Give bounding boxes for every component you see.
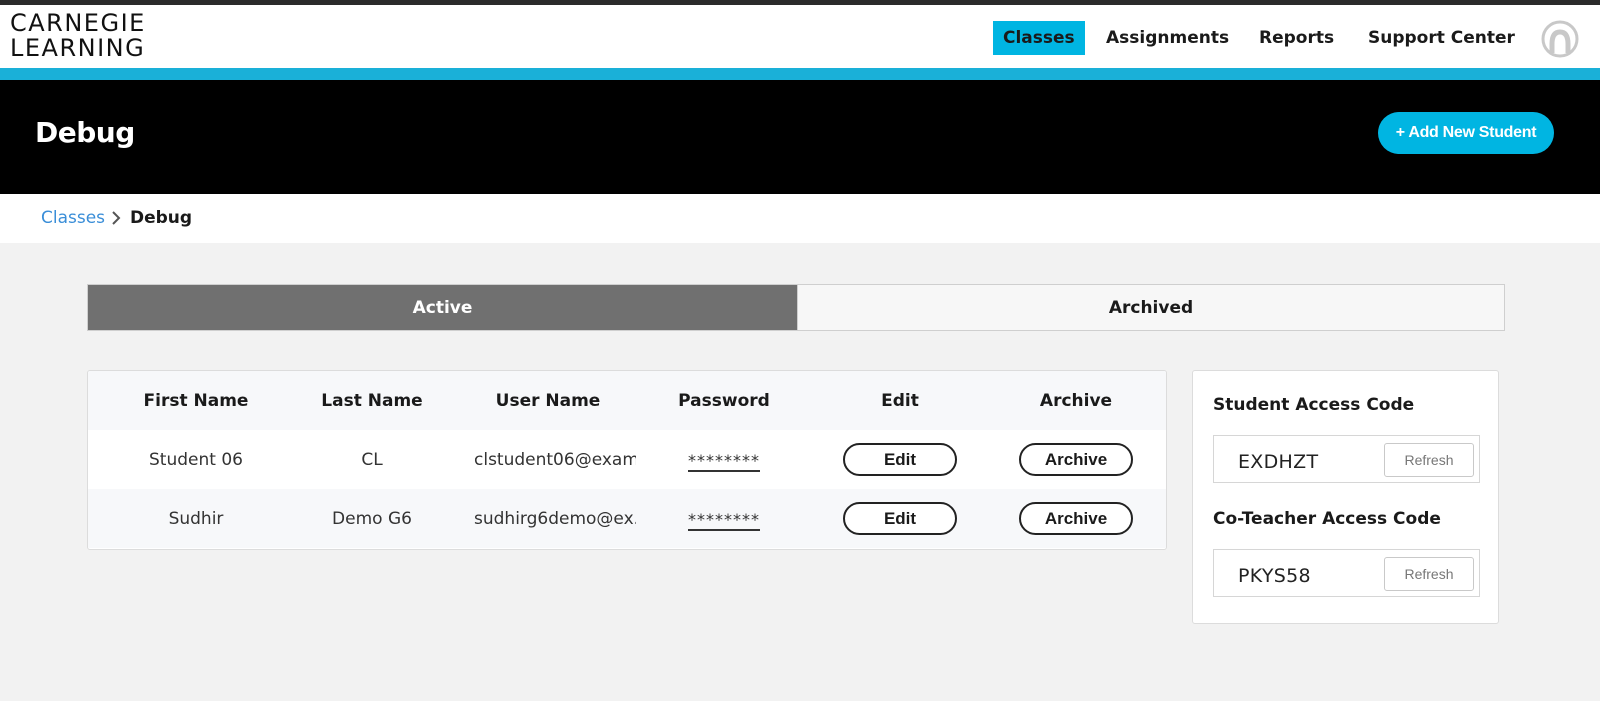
students-table: First Name Last Name User Name Password … [87, 370, 1167, 550]
accent-bar [0, 68, 1600, 80]
page-title: Debug [35, 116, 135, 149]
edit-button[interactable]: Edit [843, 502, 957, 535]
header-edit: Edit [881, 390, 919, 411]
archive-button[interactable]: Archive [1019, 502, 1133, 535]
breadcrumb: Classes Debug [0, 194, 1600, 243]
user-name-cell: sudhirg6demo@ex... [474, 508, 636, 529]
tab-active[interactable]: Active [88, 285, 797, 330]
header-last-name: Last Name [321, 390, 423, 411]
last-name-cell: Demo G6 [332, 508, 412, 529]
last-name-cell: CL [361, 449, 383, 470]
nav-assignments[interactable]: Assignments [1106, 21, 1229, 55]
breadcrumb-current: Debug [130, 208, 193, 228]
access-codes-panel: Student Access Code EXDHZT Refresh Co-Te… [1192, 370, 1499, 624]
header-password: Password [678, 390, 770, 411]
coteacher-access-code-value: PKYS58 [1238, 565, 1311, 587]
edit-button[interactable]: Edit [843, 443, 957, 476]
header-archive: Archive [1039, 390, 1113, 411]
logo-line-1: CARNEGIE [10, 9, 146, 37]
password-cell: ******** [636, 430, 812, 489]
chevron-right-icon [112, 211, 121, 225]
edit-cell: Edit [812, 430, 988, 489]
user-avatar-icon[interactable] [1541, 20, 1579, 58]
password-cell: ******** [636, 489, 812, 548]
table-row: Student 06 CL clstudent06@exam... ******… [88, 430, 1166, 489]
nav-reports[interactable]: Reports [1259, 21, 1334, 55]
first-name-cell: Sudhir [168, 508, 224, 529]
archive-cell: Archive [988, 430, 1164, 489]
nav-support-center[interactable]: Support Center [1368, 21, 1515, 55]
coteacher-access-code-label: Co-Teacher Access Code [1213, 509, 1441, 529]
breadcrumb-classes-link[interactable]: Classes [41, 208, 105, 228]
coteacher-access-code-box: PKYS58 Refresh [1213, 549, 1480, 597]
carnegie-learning-logo[interactable]: CARNEGIE LEARNING [10, 11, 175, 63]
first-name-cell: Student 06 [149, 449, 243, 470]
archive-button[interactable]: Archive [1019, 443, 1133, 476]
student-access-code-value: EXDHZT [1238, 451, 1319, 473]
coteacher-code-refresh-button[interactable]: Refresh [1384, 557, 1474, 591]
header-first-name: First Name [143, 390, 249, 411]
status-tabs: Active Archived [87, 284, 1505, 331]
edit-cell: Edit [812, 489, 988, 548]
tab-archived[interactable]: Archived [797, 285, 1504, 330]
header-user-name: User Name [495, 390, 601, 411]
nav-classes[interactable]: Classes [993, 21, 1085, 55]
table-row: Sudhir Demo G6 sudhirg6demo@ex... ******… [88, 489, 1166, 548]
top-header: CARNEGIE LEARNING Classes Assignments Re… [0, 5, 1600, 68]
password-reveal-link[interactable]: ******** [688, 448, 760, 472]
add-new-student-button[interactable]: + Add New Student [1378, 112, 1554, 154]
student-access-code-box: EXDHZT Refresh [1213, 435, 1480, 483]
page-banner: Debug + Add New Student [0, 80, 1600, 194]
student-code-refresh-button[interactable]: Refresh [1384, 443, 1474, 477]
logo-line-2: LEARNING [10, 34, 146, 62]
table-header-row: First Name Last Name User Name Password … [88, 371, 1166, 430]
user-name-cell: clstudent06@exam... [474, 449, 636, 470]
student-access-code-label: Student Access Code [1213, 395, 1415, 415]
archive-cell: Archive [988, 489, 1164, 548]
password-reveal-link[interactable]: ******** [688, 507, 760, 531]
